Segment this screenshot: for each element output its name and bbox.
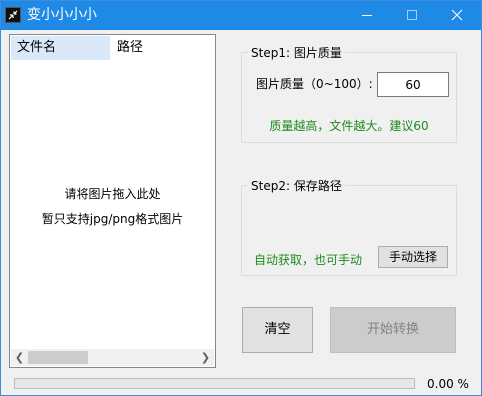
manual-select-button[interactable]: 手动选择: [378, 246, 448, 268]
step2-group: Step2: 保存路径 自动获取，也可手动 手动选择: [241, 177, 457, 276]
scroll-right-icon[interactable]: ❯: [197, 349, 214, 366]
horizontal-scrollbar[interactable]: ❮ ❯: [11, 349, 214, 366]
column-header-filename[interactable]: 文件名: [11, 36, 110, 60]
progress-text: 0.00 %: [427, 377, 469, 391]
step2-legend: Step2: 保存路径: [248, 177, 345, 194]
minimize-icon: [362, 15, 372, 16]
window-title: 变小小小小: [27, 7, 97, 23]
quality-hint: 质量越高，文件越大。建议60: [269, 119, 429, 133]
clear-button[interactable]: 清空: [242, 307, 313, 353]
scroll-left-icon[interactable]: ❮: [11, 349, 28, 366]
quality-input[interactable]: [377, 72, 449, 97]
auto-path-text: 自动获取，也可手动: [254, 253, 363, 267]
close-button[interactable]: [435, 1, 480, 30]
scroll-thumb[interactable]: [28, 351, 88, 364]
drop-hint: 请将图片拖入此处: [64, 187, 161, 201]
start-convert-button[interactable]: 开始转换: [330, 307, 456, 353]
format-hint: 暂只支持jpg/png格式图片: [41, 212, 184, 226]
title-bar[interactable]: 变小小小小: [1, 1, 481, 30]
close-icon: [451, 9, 463, 21]
maximize-icon: [407, 10, 417, 20]
app-window: 变小小小小 文件名 路径 请将图片拖入此处 暂只支持jpg/png格式图片 ❮ …: [0, 0, 482, 396]
maximize-button[interactable]: [390, 1, 435, 30]
step1-group: Step1: 图片质量 图片质量（0~100）: 质量越高，文件越大。建议60: [241, 44, 457, 143]
file-list[interactable]: 文件名 路径 请将图片拖入此处 暂只支持jpg/png格式图片 ❮ ❯: [9, 34, 216, 368]
progress-bar: [14, 378, 415, 389]
app-icon: [5, 7, 21, 23]
step1-legend: Step1: 图片质量: [248, 44, 345, 61]
column-header-path[interactable]: 路径: [111, 36, 211, 60]
minimize-button[interactable]: [345, 1, 390, 30]
quality-label: 图片质量（0~100）:: [256, 77, 373, 91]
